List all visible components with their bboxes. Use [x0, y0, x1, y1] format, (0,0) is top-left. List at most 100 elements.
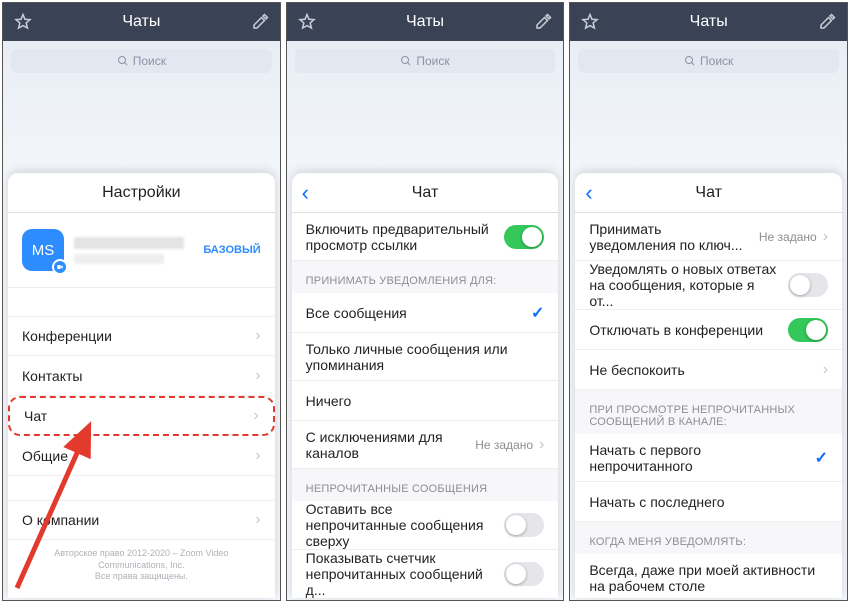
- phone-settings: Чаты Поиск Настройки MS БАЗОВЫЙ Конфере: [2, 2, 281, 601]
- dnd-row[interactable]: Не беспокоить ›: [575, 350, 842, 390]
- profile-row[interactable]: MS БАЗОВЫЙ: [8, 213, 275, 288]
- menu-label: Контакты: [22, 368, 255, 384]
- opt-none[interactable]: Ничего: [292, 381, 559, 421]
- row-label: Всегда, даже при моей активности на рабо…: [589, 562, 828, 594]
- menu-label: Общие: [22, 448, 255, 464]
- search-bar[interactable]: Поиск: [11, 49, 272, 73]
- sheet-head: ‹ Чат: [575, 173, 842, 213]
- search-icon: [400, 55, 412, 67]
- search-icon: [117, 55, 129, 67]
- section-unread: НЕПРОЧИТАННЫЕ СООБЩЕНИЯ: [292, 469, 559, 501]
- opt-dm[interactable]: Только личные сообщения или упоминания: [292, 333, 559, 381]
- search-placeholder: Поиск: [416, 54, 449, 68]
- start-first-row[interactable]: Начать с первого непрочитанного ✓: [575, 434, 842, 482]
- chevron-right-icon: ›: [823, 361, 828, 379]
- chevron-right-icon: ›: [823, 228, 828, 246]
- toggle-notify-replies[interactable]: [788, 273, 828, 297]
- section-when: КОГДА МЕНЯ УВЕДОМЛЯТЬ:: [575, 522, 842, 554]
- row-label: Принимать уведомления по ключ...: [589, 221, 759, 253]
- menu-label: О компании: [22, 512, 255, 528]
- row-label: Начать с первого непрочитанного: [589, 442, 814, 474]
- back-icon[interactable]: ‹: [302, 182, 309, 204]
- favorite-icon[interactable]: [13, 12, 33, 32]
- row-label: Не беспокоить: [589, 362, 822, 378]
- camera-badge-icon: [52, 259, 68, 275]
- settings-sheet: Настройки MS БАЗОВЫЙ Конференции › Конта: [8, 173, 275, 598]
- topbar: Чаты: [570, 3, 847, 41]
- menu-contacts[interactable]: Контакты ›: [8, 356, 275, 396]
- link-preview-row[interactable]: Включить предварительный просмотр ссылки: [292, 213, 559, 261]
- row-value: Не задано: [759, 230, 817, 244]
- check-icon: ✓: [815, 448, 828, 468]
- favorite-icon[interactable]: [297, 12, 317, 32]
- opt-except[interactable]: С исключениями для каналов Не задано ›: [292, 421, 559, 469]
- topbar: Чаты: [287, 3, 564, 41]
- favorite-icon[interactable]: [580, 12, 600, 32]
- row-label: Показывать счетчик непрочитанных сообщен…: [306, 550, 505, 598]
- back-icon[interactable]: ‹: [585, 182, 592, 204]
- mute-conf-row[interactable]: Отключать в конференции: [575, 310, 842, 350]
- chevron-right-icon: ›: [255, 511, 260, 529]
- search-icon: [684, 55, 696, 67]
- chat-sheet: ‹ Чат Включить предварительный просмотр …: [292, 173, 559, 598]
- sheet-title: Чат: [412, 184, 439, 202]
- accept-key-row[interactable]: Принимать уведомления по ключ... Не зада…: [575, 213, 842, 261]
- chevron-right-icon: ›: [255, 447, 260, 465]
- search-bar[interactable]: Поиск: [295, 49, 556, 73]
- row-label: Уведомлять о новых ответах на сообщения,…: [589, 261, 788, 309]
- topbar-title: Чаты: [690, 13, 728, 31]
- chevron-right-icon: ›: [255, 367, 260, 385]
- menu-about[interactable]: О компании ›: [8, 500, 275, 540]
- section-notify: ПРИНИМАТЬ УВЕДОМЛЕНИЯ ДЛЯ:: [292, 261, 559, 293]
- account-badge: БАЗОВЫЙ: [203, 244, 260, 256]
- toggle-mute-conf[interactable]: [788, 318, 828, 342]
- row-label: Только личные сообщения или упоминания: [306, 341, 545, 373]
- menu-label: Чат: [24, 408, 253, 424]
- menu-chat[interactable]: Чат ›: [8, 396, 275, 436]
- notify-replies-row[interactable]: Уведомлять о новых ответах на сообщения,…: [575, 261, 842, 310]
- show-counter-row[interactable]: Показывать счетчик непрочитанных сообщен…: [292, 550, 559, 598]
- search-placeholder: Поиск: [700, 54, 733, 68]
- menu-general[interactable]: Общие ›: [8, 436, 275, 476]
- topbar-title: Чаты: [406, 13, 444, 31]
- phone-chat-settings-2: Чаты Поиск ‹ Чат Принимать уведомления п…: [569, 2, 848, 601]
- menu-conferences[interactable]: Конференции ›: [8, 316, 275, 356]
- phone-chat-settings-1: Чаты Поиск ‹ Чат Включить предварительны…: [286, 2, 565, 601]
- section-unreadchan: ПРИ ПРОСМОТРЕ НЕПРОЧИТАННЫХ СООБЩЕНИЙ В …: [575, 390, 842, 434]
- avatar-initials: MS: [32, 242, 55, 259]
- sheet-title: Настройки: [8, 173, 275, 213]
- sheet-title: Чат: [695, 184, 722, 202]
- row-label: Включить предварительный просмотр ссылки: [306, 221, 505, 253]
- start-last-row[interactable]: Начать с последнего: [575, 482, 842, 522]
- toggle-show-counter[interactable]: [504, 562, 544, 586]
- row-label: Начать с последнего: [589, 494, 828, 510]
- row-value: Не задано: [475, 438, 533, 452]
- chevron-right-icon: ›: [253, 407, 258, 425]
- toggle-keep-top[interactable]: [504, 513, 544, 537]
- sheet-head: ‹ Чат: [292, 173, 559, 213]
- chat-sheet: ‹ Чат Принимать уведомления по ключ... Н…: [575, 173, 842, 598]
- profile-name-blurred: [74, 237, 193, 264]
- row-label: С исключениями для каналов: [306, 429, 476, 461]
- menu-label: Конференции: [22, 328, 255, 344]
- search-placeholder: Поиск: [133, 54, 166, 68]
- search-bar[interactable]: Поиск: [578, 49, 839, 73]
- topbar: Чаты: [3, 3, 280, 41]
- chevron-right-icon: ›: [539, 436, 544, 454]
- copyright-footer: Авторское право 2012-2020 – Zoom Video C…: [8, 540, 275, 587]
- compose-icon[interactable]: [817, 12, 837, 32]
- always-row[interactable]: Всегда, даже при моей активности на рабо…: [575, 554, 842, 598]
- row-label: Все сообщения: [306, 305, 531, 321]
- row-label: Отключать в конференции: [589, 322, 788, 338]
- keep-top-row[interactable]: Оставить все непрочитанные сообщения све…: [292, 501, 559, 550]
- compose-icon[interactable]: [533, 12, 553, 32]
- compose-icon[interactable]: [250, 12, 270, 32]
- row-label: Оставить все непрочитанные сообщения све…: [306, 501, 505, 549]
- toggle-link-preview[interactable]: [504, 225, 544, 249]
- avatar: MS: [22, 229, 64, 271]
- opt-all[interactable]: Все сообщения ✓: [292, 293, 559, 333]
- topbar-title: Чаты: [122, 13, 160, 31]
- chevron-right-icon: ›: [255, 327, 260, 345]
- row-label: Ничего: [306, 393, 545, 409]
- check-icon: ✓: [531, 303, 544, 323]
